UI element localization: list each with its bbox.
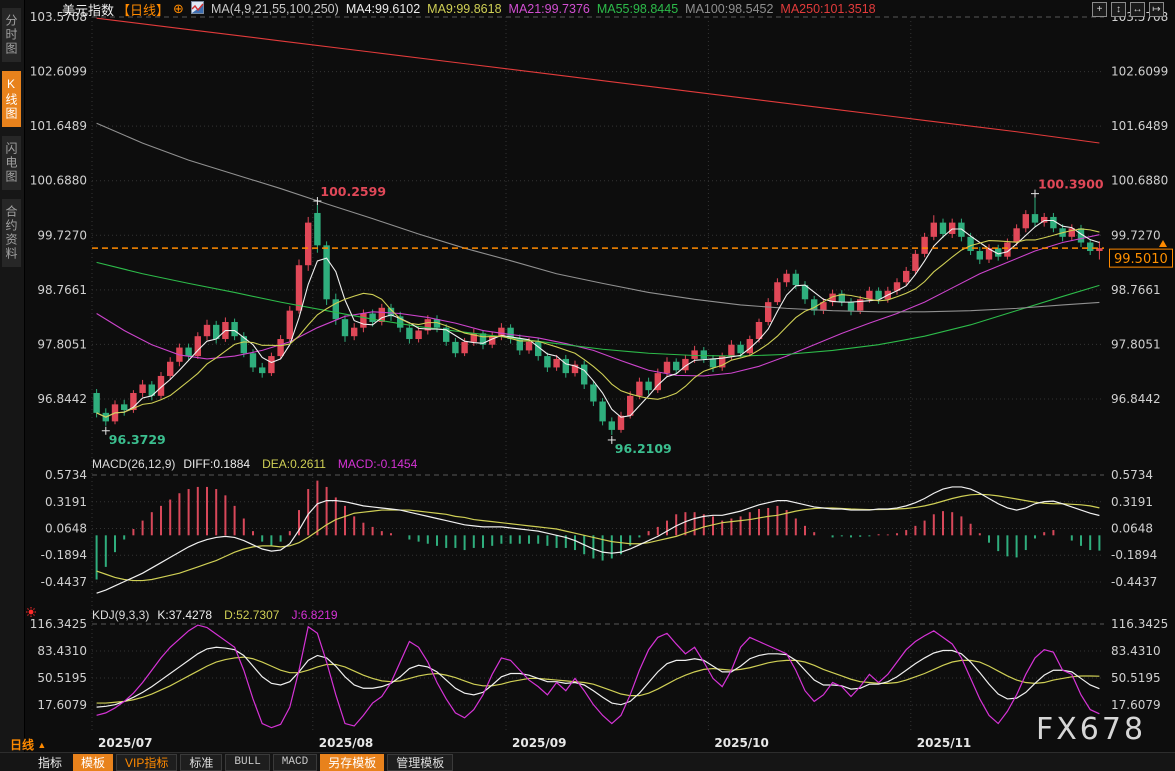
- svg-text:0.5734: 0.5734: [45, 468, 87, 482]
- svg-text:102.6099: 102.6099: [30, 65, 87, 79]
- move-chart-icon[interactable]: +: [1092, 2, 1107, 17]
- svg-text:99.7270: 99.7270: [1111, 228, 1161, 242]
- svg-text:0.3191: 0.3191: [1111, 495, 1153, 509]
- alarm-icon[interactable]: [26, 607, 36, 617]
- sidebar-item-kline-chart[interactable]: K线图: [2, 71, 21, 127]
- sidebar-item-contract-info[interactable]: 合约资料: [2, 199, 21, 267]
- fit-vertical-icon[interactable]: ↕: [1111, 2, 1126, 17]
- goto-latest-icon[interactable]: ↦: [1149, 2, 1164, 17]
- svg-text:17.6079: 17.6079: [1111, 698, 1161, 712]
- svg-text:17.6079: 17.6079: [37, 698, 87, 712]
- chart-application: 分时图 K线图 闪电图 合约资料 美元指数 【日线】 ⊕ MA(4,9,21,5…: [0, 0, 1175, 771]
- period-selector-label: 日线: [10, 738, 35, 752]
- svg-text:0.0648: 0.0648: [45, 522, 87, 536]
- macd-button[interactable]: MACD: [272, 753, 318, 771]
- svg-text:2025/09: 2025/09: [512, 736, 566, 750]
- svg-text:100.6880: 100.6880: [30, 174, 87, 188]
- sidebar: 分时图 K线图 闪电图 合约资料: [0, 0, 25, 771]
- kdj-label: KDJ(9,3,3): [92, 608, 150, 622]
- sidebar-item-lightning-chart[interactable]: 闪电图: [2, 136, 21, 190]
- svg-text:83.4310: 83.4310: [37, 644, 87, 658]
- svg-text:2025/08: 2025/08: [319, 736, 373, 750]
- svg-text:50.5195: 50.5195: [37, 671, 87, 685]
- watermark: FX678: [1036, 712, 1147, 747]
- month-labels: 2025/07 2025/08 2025/09 2025/10 2025/11: [98, 736, 971, 750]
- svg-text:96.2109: 96.2109: [615, 441, 672, 456]
- standard-button[interactable]: 标准: [180, 753, 223, 771]
- macd-panel-title: MACD(26,12,9) DIFF:0.1884 DEA:0.2611 MAC…: [92, 457, 417, 471]
- kdj-lines: [96, 624, 1100, 729]
- svg-text:-0.4437: -0.4437: [1111, 575, 1157, 589]
- ma-params-label: MA(4,9,21,55,100,250): [210, 2, 339, 16]
- sidebar-item-timeshare-chart[interactable]: 分时图: [2, 8, 21, 62]
- ma21-value: MA21:99.7376: [508, 2, 590, 16]
- bottom-toolbar: 指标 模板 VIP指标 标准 BULL MACD 另存模板 管理模板: [0, 752, 1175, 771]
- mini-chart-icon[interactable]: [190, 1, 204, 17]
- ma100-value: MA100:98.5452: [685, 2, 774, 16]
- svg-text:99.5010: 99.5010: [1114, 252, 1168, 267]
- svg-text:-0.1894: -0.1894: [1111, 548, 1157, 562]
- svg-text:83.4310: 83.4310: [1111, 644, 1161, 658]
- ma4-value: MA4:99.6102: [345, 2, 421, 16]
- svg-text:100.2599: 100.2599: [320, 184, 386, 199]
- kdj-panel-title: KDJ(9,3,3) K:37.4278 D:52.7307 J:6.8219: [92, 608, 338, 622]
- svg-text:2025/07: 2025/07: [98, 736, 152, 750]
- svg-text:97.8051: 97.8051: [1111, 337, 1161, 351]
- svg-text:2025/11: 2025/11: [917, 736, 971, 750]
- bull-button[interactable]: BULL: [225, 753, 270, 771]
- svg-text:0.3191: 0.3191: [45, 495, 87, 509]
- kdj-d-value: D:52.7307: [224, 608, 280, 622]
- svg-text:116.3425: 116.3425: [30, 617, 87, 631]
- svg-text:97.8051: 97.8051: [37, 337, 87, 351]
- svg-text:0.0648: 0.0648: [1111, 522, 1153, 536]
- current-price-badge: 99.5010: [1109, 240, 1173, 268]
- svg-text:101.6489: 101.6489: [30, 119, 87, 133]
- indicator-button[interactable]: 指标: [30, 754, 70, 771]
- svg-text:96.8442: 96.8442: [1111, 392, 1161, 406]
- svg-text:96.3729: 96.3729: [109, 432, 166, 447]
- ma9-value: MA9:99.8618: [427, 2, 502, 16]
- svg-text:-0.1894: -0.1894: [41, 548, 87, 562]
- ma55-value: MA55:98.8445: [596, 2, 679, 16]
- template-button[interactable]: 模板: [73, 753, 114, 771]
- macd-macd-value: MACD:-0.1454: [337, 457, 418, 471]
- period-selector[interactable]: 日线 ▲: [10, 736, 46, 753]
- svg-text:100.3900: 100.3900: [1038, 177, 1104, 192]
- chart-window-controls: + ↕ ↔ ↦: [1092, 2, 1164, 17]
- axis-labels-right: 103.5708102.6099101.6489100.688099.72709…: [1111, 10, 1168, 712]
- manage-template-button[interactable]: 管理模板: [387, 753, 454, 771]
- svg-text:99.7270: 99.7270: [37, 228, 87, 242]
- svg-text:100.6880: 100.6880: [1111, 174, 1168, 188]
- period-tag: 【日线】: [117, 2, 170, 18]
- svg-text:98.7661: 98.7661: [37, 283, 87, 297]
- ma250-value: MA250:101.3518: [780, 2, 876, 16]
- save-as-template-button[interactable]: 另存模板: [320, 753, 385, 771]
- macd-lines: [96, 486, 1100, 594]
- svg-text:0.5734: 0.5734: [1111, 468, 1153, 482]
- svg-text:116.3425: 116.3425: [1111, 617, 1168, 631]
- kdj-j-value: J:6.8219: [291, 608, 338, 622]
- ma-lines: [96, 17, 1100, 418]
- svg-text:101.6489: 101.6489: [1111, 119, 1168, 133]
- macd-diff-value: DIFF:0.1884: [183, 457, 251, 471]
- vip-indicator-button[interactable]: VIP指标: [116, 753, 178, 771]
- triangle-up-icon: ▲: [37, 740, 47, 750]
- svg-text:50.5195: 50.5195: [1111, 671, 1161, 685]
- kdj-k-value: K:37.4278: [157, 608, 213, 622]
- svg-text:98.7661: 98.7661: [1111, 283, 1161, 297]
- svg-text:2025/10: 2025/10: [714, 736, 768, 750]
- macd-histogram: [95, 480, 1101, 580]
- svg-text:96.8442: 96.8442: [37, 392, 87, 406]
- macd-label: MACD(26,12,9): [92, 457, 176, 471]
- svg-text:102.6099: 102.6099: [1111, 65, 1168, 79]
- svg-text:-0.4437: -0.4437: [41, 575, 87, 589]
- symbol-title: 美元指数: [62, 2, 115, 18]
- chart-header: 美元指数 【日线】 ⊕ MA(4,9,21,55,100,250) MA4:99…: [62, 1, 876, 18]
- macd-dea-value: DEA:0.2611: [262, 457, 326, 471]
- add-indicator-icon[interactable]: ⊕: [173, 1, 184, 17]
- fit-horizontal-icon[interactable]: ↔: [1130, 2, 1145, 17]
- chart-canvas[interactable]: 103.5708102.6099101.6489100.688099.72709…: [25, 0, 1175, 752]
- axis-labels-left: 103.5708102.6099101.6489100.688099.72709…: [30, 10, 87, 712]
